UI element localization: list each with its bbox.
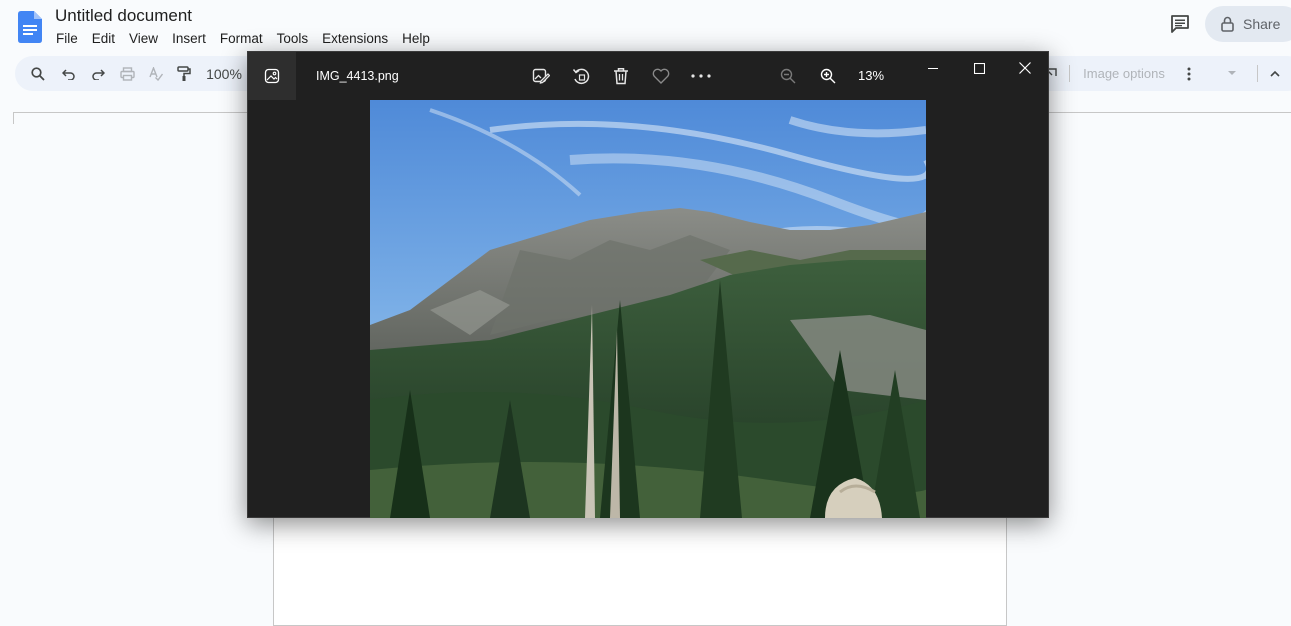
lock-icon [1221, 16, 1234, 32]
menu-view[interactable]: View [122, 29, 165, 48]
maximize-button[interactable] [956, 52, 1002, 84]
rotate-icon [572, 68, 590, 85]
favorite-button[interactable] [647, 62, 675, 90]
document-title[interactable]: Untitled document [55, 6, 192, 26]
image-options-label: Image options [1083, 66, 1165, 81]
zoom-select[interactable]: 100% [203, 56, 245, 91]
undo-button[interactable] [58, 56, 80, 91]
hide-menus-button[interactable] [1267, 56, 1283, 91]
spellcheck-icon [149, 66, 163, 81]
photo-display[interactable] [370, 100, 926, 518]
print-button[interactable] [116, 56, 138, 91]
gallery-icon [264, 68, 280, 84]
paint-format-button[interactable] [173, 56, 195, 91]
menu-bar: File Edit View Insert Format Tools Exten… [49, 29, 437, 48]
print-icon [119, 66, 135, 81]
close-icon [1019, 62, 1031, 74]
close-button[interactable] [1002, 52, 1048, 84]
menu-file[interactable]: File [49, 29, 85, 48]
search-menus-button[interactable] [27, 56, 49, 91]
undo-icon [62, 68, 75, 80]
share-label: Share [1243, 16, 1281, 32]
zoom-in-button[interactable] [814, 62, 842, 90]
redo-icon [92, 68, 105, 80]
more-vertical-icon [1187, 67, 1191, 80]
spelling-check-button[interactable] [145, 56, 167, 91]
search-icon [31, 66, 45, 81]
toolbar-divider [1257, 65, 1258, 82]
toolbar-divider [1069, 65, 1070, 82]
maximize-icon [973, 62, 985, 74]
menu-extensions[interactable]: Extensions [315, 29, 395, 48]
zoom-level[interactable]: 13% [846, 68, 896, 83]
docs-logo[interactable] [18, 11, 42, 43]
photo-viewer-window: IMG_4413.png 13% [247, 51, 1049, 518]
edit-image-icon [532, 68, 550, 84]
gallery-button[interactable] [248, 52, 296, 100]
comment-history-button[interactable] [1166, 10, 1194, 38]
menu-help[interactable]: Help [395, 29, 437, 48]
ruler-tick [13, 112, 14, 124]
chevron-up-icon [1270, 70, 1280, 77]
delete-icon [614, 68, 628, 85]
edit-image-button[interactable] [527, 62, 555, 90]
comment-history-icon [1171, 15, 1189, 33]
chevron-down-icon [1228, 71, 1236, 75]
more-icon [691, 74, 711, 78]
editing-mode-dropdown[interactable] [1225, 56, 1239, 91]
menu-format[interactable]: Format [213, 29, 270, 48]
delete-button[interactable] [607, 62, 635, 90]
zoom-out-icon [780, 68, 796, 84]
minimize-icon [928, 68, 938, 69]
more-options-button[interactable] [1181, 56, 1197, 91]
zoom-out-button[interactable] [774, 62, 802, 90]
redo-button[interactable] [87, 56, 109, 91]
favorite-icon [652, 68, 670, 84]
share-button[interactable]: Share [1205, 6, 1291, 42]
menu-insert[interactable]: Insert [165, 29, 213, 48]
paint-format-icon [177, 65, 191, 81]
mountain-photo [370, 100, 926, 518]
rotate-button[interactable] [567, 62, 595, 90]
more-options-button[interactable] [687, 62, 715, 90]
zoom-value: 100% [206, 65, 242, 82]
viewer-title-bar[interactable]: IMG_4413.png 13% [248, 52, 1048, 100]
file-name: IMG_4413.png [316, 69, 399, 83]
image-options-button[interactable]: Image options [1079, 56, 1169, 91]
menu-tools[interactable]: Tools [270, 29, 316, 48]
minimize-button[interactable] [910, 52, 956, 84]
menu-edit[interactable]: Edit [85, 29, 122, 48]
zoom-in-icon [820, 68, 836, 84]
